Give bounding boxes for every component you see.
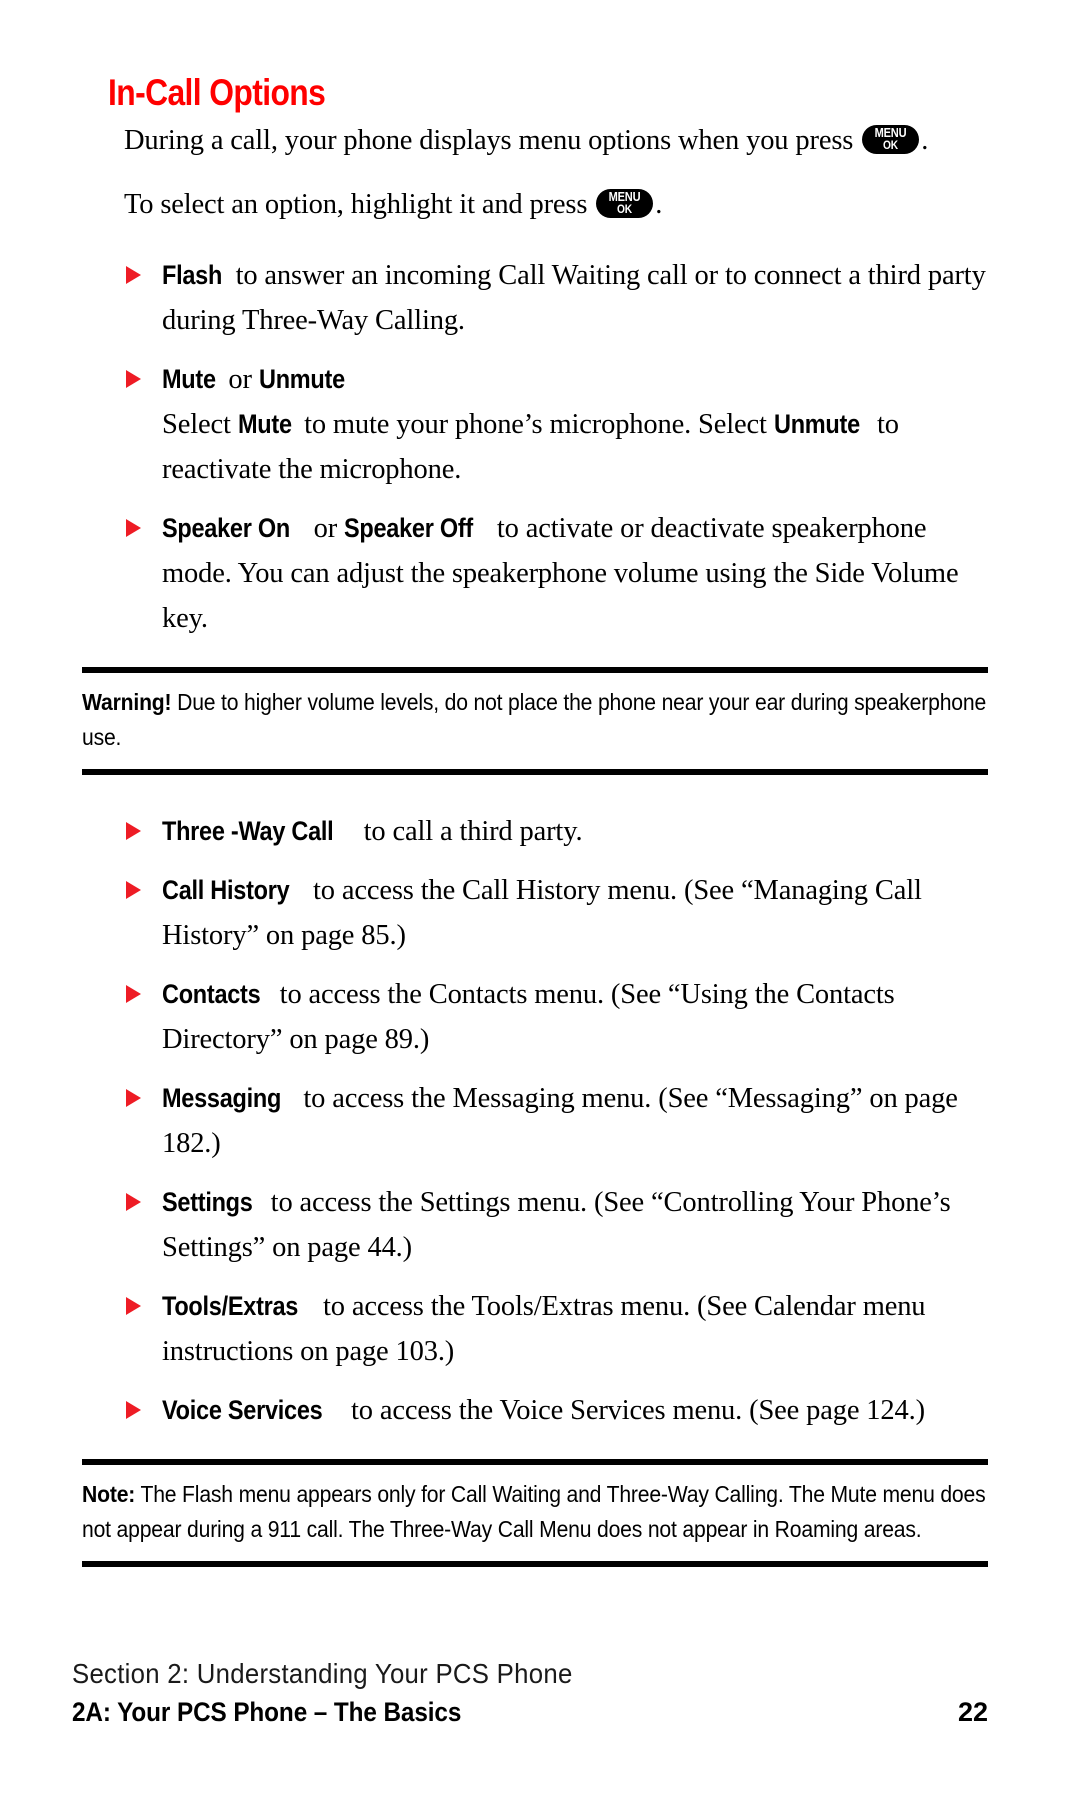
list-item-term: Tools/Extras bbox=[162, 1291, 299, 1321]
list-item-conjunction: or bbox=[306, 513, 345, 544]
list-item-term: Settings bbox=[162, 1187, 253, 1217]
mute-desc-mid: to mute your phone’s microphone. Select bbox=[297, 409, 774, 440]
mute-desc-term-1: Mute bbox=[237, 409, 292, 439]
arrow-bullet-icon bbox=[126, 1193, 141, 1211]
list-item-flash: Flash to answer an incoming Call Waiting… bbox=[0, 253, 1080, 343]
menu-ok-key-icon: MENU OK bbox=[862, 125, 920, 154]
arrow-bullet-icon bbox=[126, 1401, 141, 1419]
list-item-text: to call a third party. bbox=[356, 816, 583, 847]
mute-desc-before: Select bbox=[162, 409, 238, 440]
list-item-text: to access the Settings menu. (See “Contr… bbox=[162, 1187, 951, 1263]
note-callout-text: Note: The Flash menu appears only for Ca… bbox=[82, 1465, 987, 1561]
list-item-mute-unmute: Mute or Unmute bbox=[0, 357, 1080, 402]
intro-paragraph-2-text: To select an option, highlight it and pr… bbox=[124, 189, 595, 220]
list-item-conjunction: or bbox=[221, 364, 259, 395]
list-item-term: Messaging bbox=[162, 1083, 282, 1113]
list-item-speaker: Speaker On or Speaker Off to activate or… bbox=[0, 506, 1080, 641]
arrow-bullet-icon bbox=[126, 266, 141, 284]
arrow-bullet-icon bbox=[126, 1089, 141, 1107]
intro-paragraph-2-suffix: . bbox=[655, 189, 663, 220]
arrow-bullet-icon bbox=[126, 822, 141, 840]
list-item-call-history: Call History to access the Call History … bbox=[0, 868, 1080, 958]
note-label: Note: bbox=[82, 1481, 136, 1507]
intro-paragraph-1: During a call, your phone displays menu … bbox=[0, 118, 1080, 163]
warning-label: Warning! bbox=[82, 689, 172, 715]
arrow-bullet-icon bbox=[126, 881, 141, 899]
footer-section-title: Section 2: Understanding Your PCS Phone bbox=[72, 1658, 573, 1689]
list-item-text: to access the Voice Services menu. (See … bbox=[344, 1395, 925, 1426]
list-item-text: to answer an incoming Call Waiting call … bbox=[162, 260, 986, 336]
footer-row: 2A: Your PCS Phone – The Basics 22 bbox=[72, 1697, 988, 1728]
warning-callout: Warning! Due to higher volume levels, do… bbox=[82, 667, 988, 775]
page-footer: Section 2: Understanding Your PCS Phone … bbox=[0, 1658, 1080, 1728]
list-item-term: Speaker On bbox=[162, 513, 290, 543]
note-callout: Note: The Flash menu appears only for Ca… bbox=[82, 1459, 988, 1567]
list-item-term: Voice Services bbox=[162, 1395, 323, 1425]
list-item-contacts: Contacts to access the Contacts menu. (S… bbox=[0, 972, 1080, 1062]
mute-desc-term-2: Unmute bbox=[773, 409, 860, 439]
list-item-voice-services: Voice Services to access the Voice Servi… bbox=[0, 1388, 1080, 1433]
list-item-settings: Settings to access the Settings menu. (S… bbox=[0, 1180, 1080, 1270]
footer-page-number: 22 bbox=[957, 1697, 988, 1727]
footer-chapter-title: 2A: Your PCS Phone – The Basics bbox=[72, 1697, 462, 1727]
note-text: The Flash menu appears only for Call Wai… bbox=[82, 1481, 986, 1542]
menu-key-label-line2: OK bbox=[883, 138, 899, 152]
arrow-bullet-icon bbox=[126, 519, 141, 537]
document-page: In-Call Options During a call, your phon… bbox=[0, 0, 1080, 1800]
list-item-mute-description: Select Mute to mute your phone’s microph… bbox=[0, 402, 1080, 492]
page-content: During a call, your phone displays menu … bbox=[0, 118, 1080, 1567]
list-item-term: Three -Way Call bbox=[162, 816, 334, 846]
list-item-term: Call History bbox=[162, 875, 290, 905]
arrow-bullet-icon bbox=[126, 370, 141, 388]
menu-key-label-line2: OK bbox=[617, 202, 633, 216]
intro-paragraph-2: To select an option, highlight it and pr… bbox=[0, 182, 1080, 227]
list-item-tools-extras: Tools/Extras to access the Tools/Extras … bbox=[0, 1284, 1080, 1374]
arrow-bullet-icon bbox=[126, 985, 141, 1003]
list-item-term-secondary: Speaker Off bbox=[344, 513, 474, 543]
list-item-messaging: Messaging to access the Messaging menu. … bbox=[0, 1076, 1080, 1166]
list-item-term-secondary: Unmute bbox=[258, 364, 345, 394]
warning-text: Due to higher volume levels, do not plac… bbox=[82, 689, 987, 750]
list-item-term: Mute bbox=[162, 364, 216, 394]
arrow-bullet-icon bbox=[126, 1297, 141, 1315]
intro-paragraph-1-text: During a call, your phone displays menu … bbox=[124, 125, 861, 156]
list-item-term: Contacts bbox=[162, 979, 261, 1009]
list-item-term: Flash bbox=[162, 260, 223, 290]
menu-ok-key-icon: MENU OK bbox=[596, 189, 654, 218]
page-title: In-Call Options bbox=[108, 72, 326, 113]
warning-callout-text: Warning! Due to higher volume levels, do… bbox=[82, 673, 987, 769]
list-item-three-way-call: Three -Way Call to call a third party. bbox=[0, 809, 1080, 854]
intro-paragraph-1-suffix: . bbox=[921, 125, 929, 156]
list-item-text: to access the Contacts menu. (See “Using… bbox=[162, 979, 895, 1055]
list-item-text: to access the Messaging menu. (See “Mess… bbox=[162, 1083, 958, 1159]
